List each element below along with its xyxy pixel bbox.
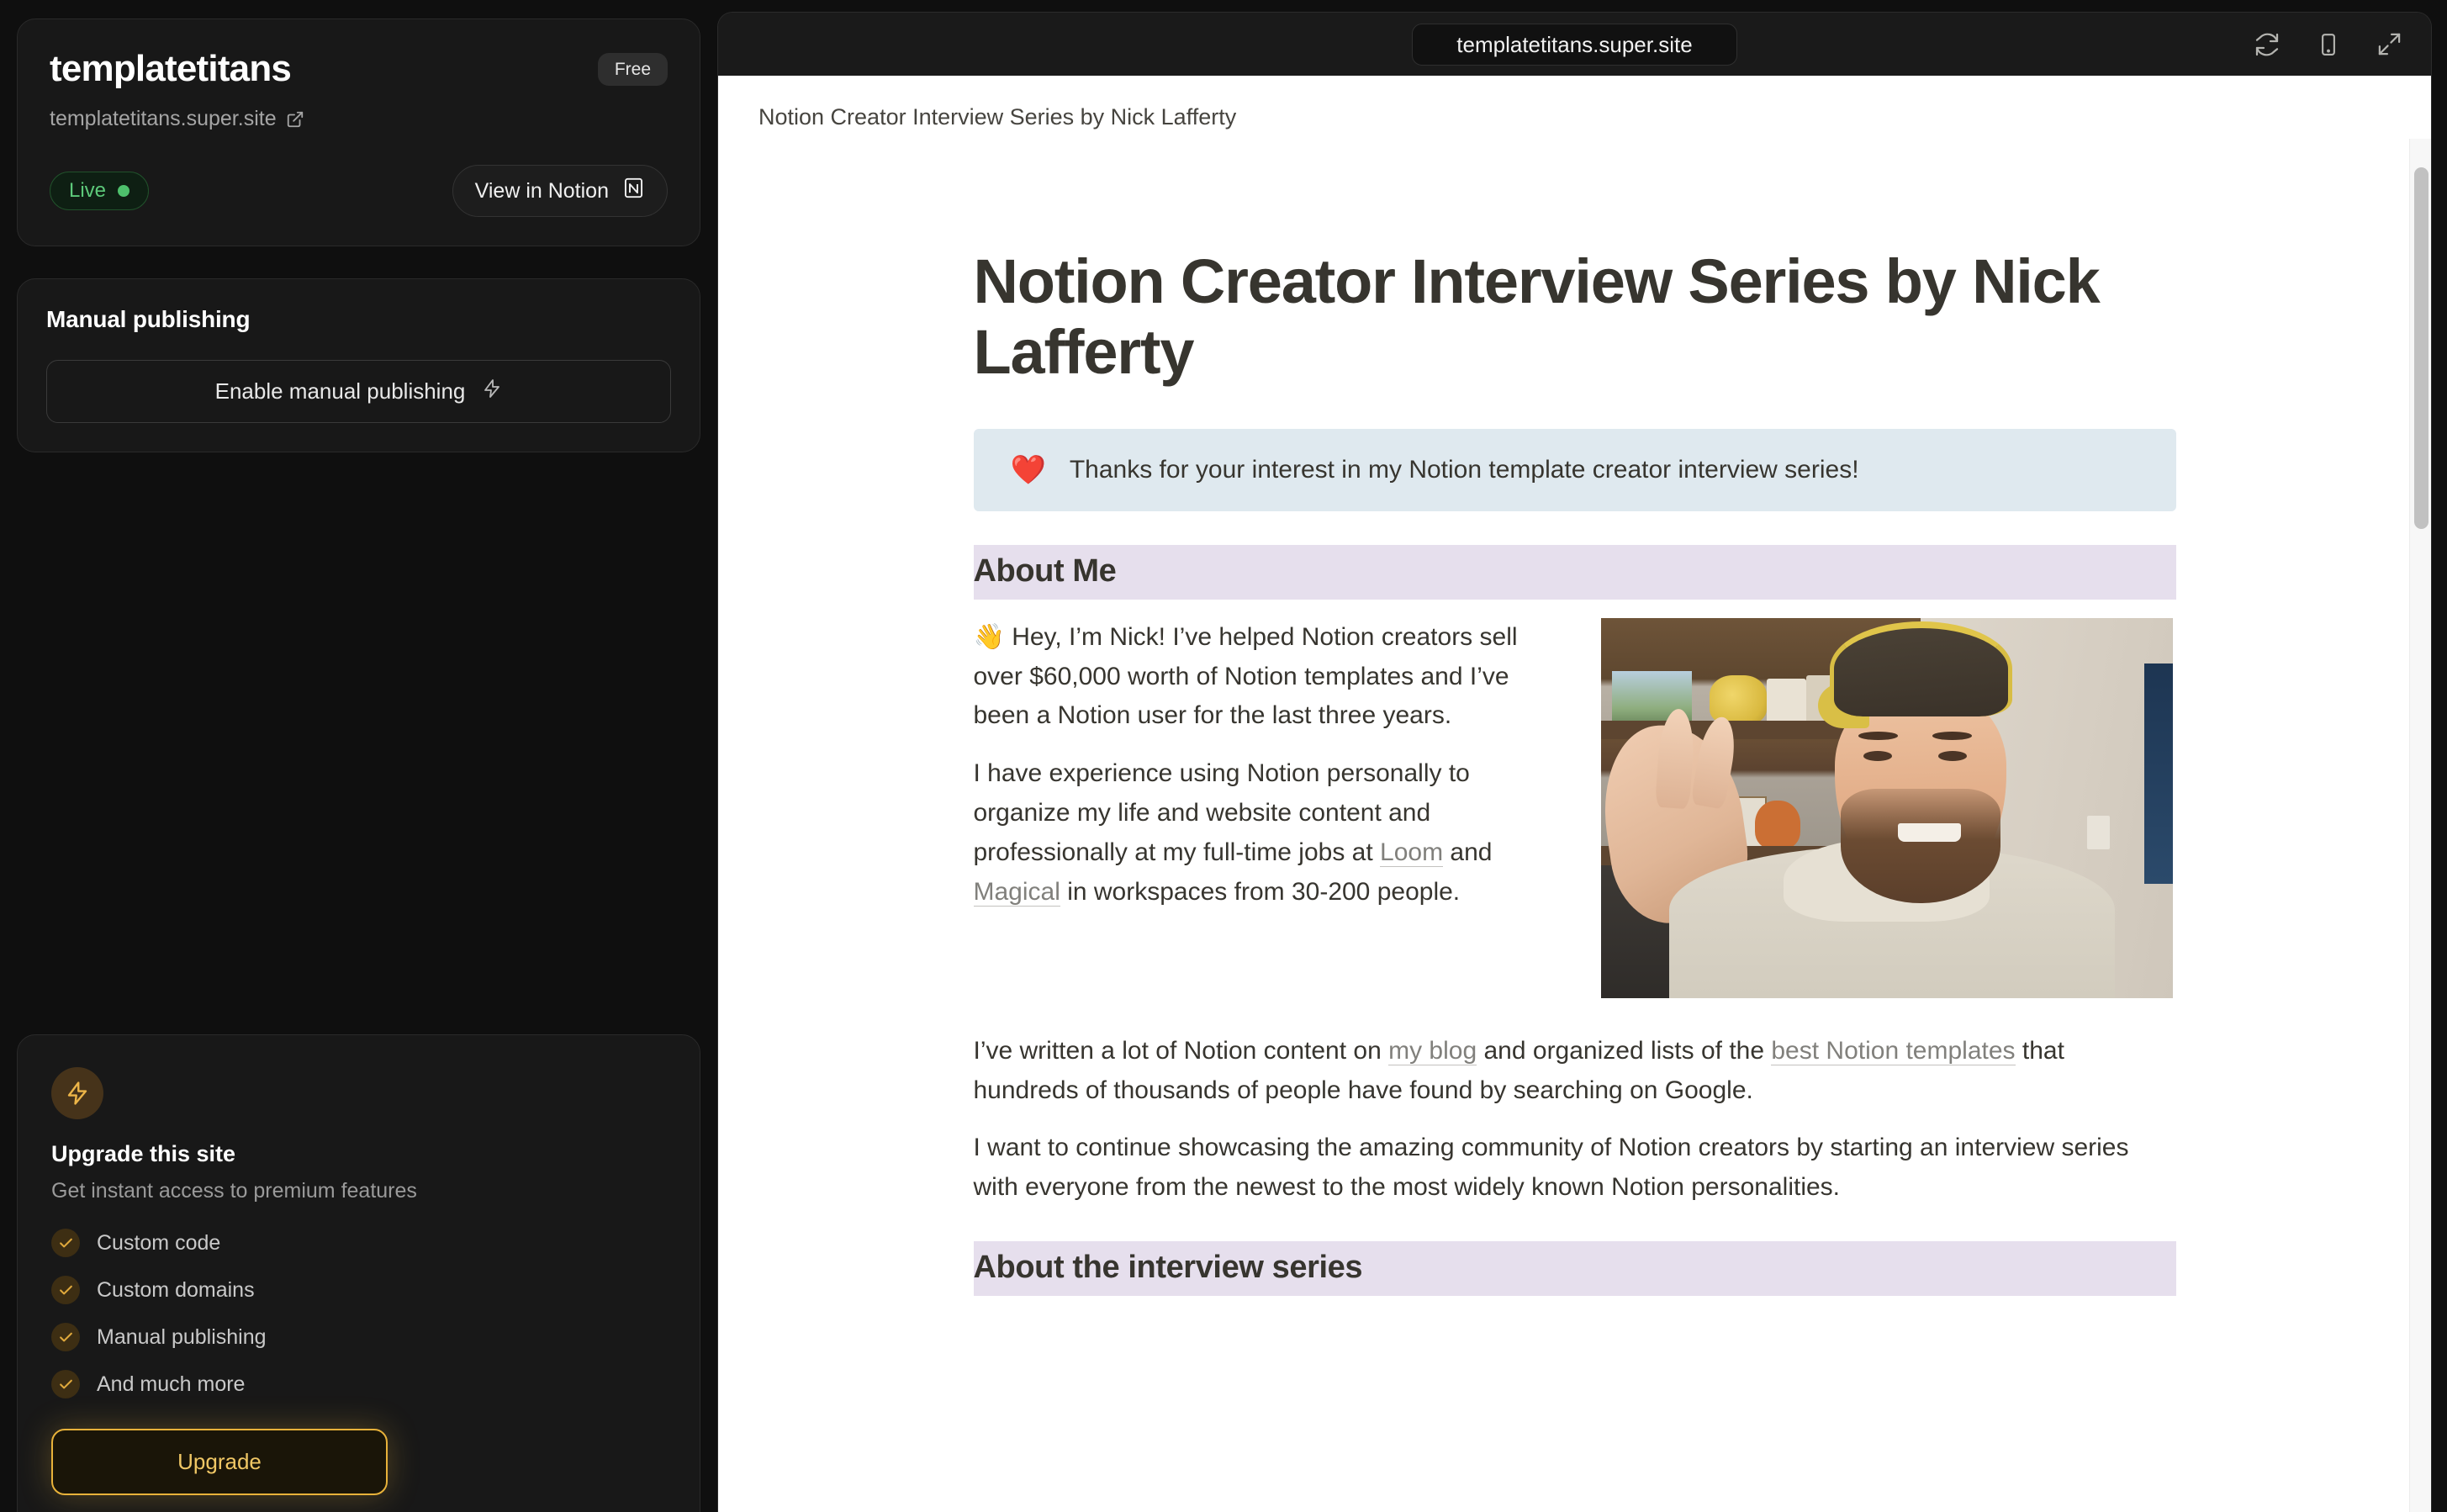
- sidebar: templatetitans Free templatetitans.super…: [0, 0, 717, 1512]
- mobile-device-icon[interactable]: [2316, 31, 2341, 58]
- refresh-icon[interactable]: [2254, 31, 2281, 58]
- site-summary-card: templatetitans Free templatetitans.super…: [17, 19, 700, 246]
- portrait-photo: [1601, 618, 2173, 998]
- preview-url-pill[interactable]: templatetitans.super.site: [1412, 24, 1736, 66]
- site-document: Notion Creator Interview Series by Nick …: [974, 130, 2176, 1296]
- view-in-notion-button[interactable]: View in Notion: [452, 165, 668, 217]
- link-loom[interactable]: Loom: [1380, 838, 1443, 867]
- paragraph-showcase: I want to continue showcasing the amazin…: [974, 1129, 2176, 1208]
- page-title: Notion Creator Interview Series by Nick …: [974, 246, 2176, 389]
- status-badge: Live: [50, 172, 149, 210]
- paragraph-experience-part3: in workspaces from 30-200 people.: [1060, 878, 1460, 906]
- site-domain-link[interactable]: templatetitans.super.site: [50, 107, 668, 131]
- manual-publishing-title: Manual publishing: [46, 306, 671, 333]
- check-icon: [51, 1370, 80, 1398]
- about-me-text-column: 👋 Hey, I’m Nick! I’ve helped Notion crea…: [974, 618, 1562, 912]
- check-icon: [51, 1276, 80, 1304]
- paragraph-blog-part2: and organized lists of the: [1477, 1037, 1771, 1065]
- view-in-notion-label: View in Notion: [475, 179, 609, 204]
- site-card-header: templatetitans Free: [50, 50, 668, 88]
- link-magical[interactable]: Magical: [974, 878, 1060, 907]
- plan-badge: Free: [598, 53, 668, 86]
- check-icon: [51, 1323, 80, 1351]
- upgrade-card: Upgrade this site Get instant access to …: [17, 1034, 700, 1512]
- site-nav-breadcrumb[interactable]: Notion Creator Interview Series by Nick …: [718, 76, 2431, 130]
- preview-panel: templatetitans.super.site: [717, 12, 2432, 1512]
- about-me-section: 👋 Hey, I’m Nick! I’ve helped Notion crea…: [974, 618, 2176, 998]
- callout-text: Thanks for your interest in my Notion te…: [1070, 456, 1859, 484]
- enable-manual-publishing-button[interactable]: Enable manual publishing: [46, 360, 671, 423]
- site-title: templatetitans: [50, 50, 291, 88]
- upgrade-feature-list: Custom code Custom domains Manual publis…: [51, 1229, 666, 1398]
- callout-block: ❤️ Thanks for your interest in my Notion…: [974, 429, 2176, 511]
- list-item: And much more: [51, 1370, 666, 1398]
- paragraph-blog: I’ve written a lot of Notion content on …: [974, 1032, 2176, 1111]
- external-link-icon: [286, 110, 304, 129]
- paragraph-experience-part2: and: [1443, 838, 1492, 866]
- wave-icon: 👋: [974, 623, 1005, 651]
- heading-about-series: About the interview series: [974, 1241, 2176, 1296]
- feature-label: Manual publishing: [97, 1325, 267, 1350]
- heart-icon: ❤️: [1011, 456, 1046, 484]
- enable-manual-publishing-label: Enable manual publishing: [215, 378, 466, 404]
- upgrade-subtitle: Get instant access to premium features: [51, 1179, 666, 1203]
- feature-label: Custom domains: [97, 1278, 255, 1303]
- upgrade-button[interactable]: Upgrade: [51, 1429, 388, 1495]
- status-badge-label: Live: [69, 179, 106, 203]
- lightning-bolt-icon: [482, 378, 502, 405]
- site-domain-label: templatetitans.super.site: [50, 107, 277, 131]
- about-me-continued: I’ve written a lot of Notion content on …: [974, 1032, 2176, 1208]
- expand-icon[interactable]: [2376, 31, 2402, 57]
- upgrade-bolt-icon: [51, 1067, 103, 1119]
- feature-label: Custom code: [97, 1231, 220, 1256]
- site-viewport: Notion Creator Interview Series by Nick …: [718, 76, 2431, 1512]
- status-dot-icon: [118, 185, 129, 197]
- check-icon: [51, 1229, 80, 1257]
- upgrade-title: Upgrade this site: [51, 1141, 666, 1167]
- heading-about-me: About Me: [974, 545, 2176, 600]
- link-my-blog[interactable]: my blog: [1388, 1037, 1477, 1065]
- app-root: templatetitans Free templatetitans.super…: [0, 0, 2447, 1512]
- preview-toolbar: templatetitans.super.site: [718, 13, 2431, 76]
- paragraph-experience: I have experience using Notion personall…: [974, 754, 1562, 912]
- list-item: Custom code: [51, 1229, 666, 1257]
- site-card-actions: Live View in Notion: [50, 165, 668, 217]
- paragraph-intro: 👋 Hey, I’m Nick! I’ve helped Notion crea…: [974, 618, 1562, 736]
- notion-logo-icon: [622, 177, 645, 205]
- preview-toolbar-icons: [2254, 13, 2402, 76]
- list-item: Manual publishing: [51, 1323, 666, 1351]
- paragraph-intro-text: Hey, I’m Nick! I’ve helped Notion creato…: [974, 623, 1518, 730]
- paragraph-blog-part1: I’ve written a lot of Notion content on: [974, 1037, 1389, 1065]
- link-best-notion-templates[interactable]: best Notion templates: [1771, 1037, 2015, 1065]
- vertical-scrollbar[interactable]: [2409, 139, 2431, 1512]
- manual-publishing-card: Manual publishing Enable manual publishi…: [17, 278, 700, 452]
- list-item: Custom domains: [51, 1276, 666, 1304]
- feature-label: And much more: [97, 1372, 245, 1397]
- scrollbar-thumb[interactable]: [2414, 167, 2429, 529]
- preview-area: templatetitans.super.site: [717, 0, 2447, 1512]
